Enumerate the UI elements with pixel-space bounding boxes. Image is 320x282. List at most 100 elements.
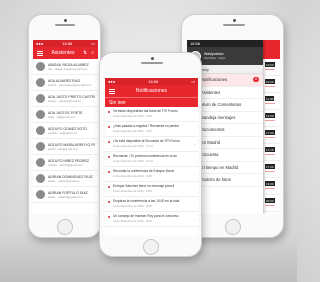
notification-text: Enrique Sánchez tiene un mensaje para ti [113,184,175,188]
schedule-row: 19:00 [263,178,280,195]
notification-date: 11 de diciembre de 2014 · 9:08 [113,174,152,178]
avatar [36,78,45,87]
speaker [55,24,75,26]
camera [151,57,154,60]
chevron-right-icon: › [193,127,195,132]
menu-item-label: Documentos [201,127,225,133]
contact-row[interactable]: ADOLFO GOMEZ SOTO eadolfo · ad@yahoo.es [33,123,98,139]
notification-item[interactable]: Enrique Sánchez tiene un mensaje para ti… [105,182,198,197]
notification-item[interactable]: ¡Ya está disponible la Encuesta de TiTi … [105,137,198,152]
phone-asistentes: ●●● 16:56 ▭ Asistentes ⇅ ⌕ ABIGAIL RIOJA… [28,14,101,238]
contact-row[interactable]: ADRIAN DOMINGUEZ RUIZ adrian · adrian@gma… [33,171,98,187]
contact-row[interactable]: ADOLFO NIÑEZ PEDREZ zadolfo · adolfo@gmai… [33,155,98,171]
schedule-time: 17:00 [265,130,275,135]
notification-item[interactable]: Recordar la conferencia de Enrique Dans!… [105,167,198,182]
home-button[interactable] [225,219,241,235]
notification-date: 11 de diciembre de 2014 · 9:08 [113,219,152,223]
notification-date: 11 de diciembre de 2014 · 9:08 [113,204,152,208]
notification-item[interactable]: Ya están disponibles las fotos de TiTi F… [105,107,198,122]
avatar [36,190,45,199]
contact-name: ABIGAIL RIOJA ALVAREZ [48,62,89,67]
contact-subtitle: eadolfo · ad@yahoo.es [48,130,77,135]
notification-date: 11 de diciembre de 2014 · 9:30 [113,114,152,118]
schedule-time: 13:00 [265,113,275,118]
schedule-row: 17:00 [263,127,280,144]
avatar [36,62,45,71]
contact-name: ADRIAN FORTULO DIAZ [48,190,88,195]
schedule-row: 13:00 [263,110,280,127]
contact-row[interactable]: ADA JUSTO PRIETO CASTRO adaruy · adriana@… [33,91,98,107]
contact-subtitle: asvra1 · ada.alvarez@tuemail.com [48,82,92,87]
status-time: 16:56 [62,41,73,46]
unread-dot [108,156,110,158]
camera [233,19,236,22]
notification-date: 11 de diciembre de 2014 · 17:11 [113,159,153,163]
chevron-right-icon: › [193,187,195,192]
notification-text: Empieza la conferencia a las 10:00 en la… [113,199,180,203]
chevron-right-icon: › [193,202,195,207]
schedule-row: 10:00 [263,59,280,76]
menu-item-label: Muro de Comentarios [201,102,242,108]
avatar [36,94,45,103]
count-badge: 11 [252,77,259,82]
menu-item-label: En Madrid [201,139,221,145]
schedule-row: 11:00 [263,93,280,110]
notification-item[interactable]: Un consejo de Hansen Roy para el concurs… [105,212,198,227]
screen-asistentes: ●●● 16:56 ▭ Asistentes ⇅ ⌕ ABIGAIL RIOJA… [33,40,98,214]
menu-item-label: Bandeja mensajes [201,114,236,120]
notification-item[interactable]: Empieza la conferencia a las 10:00 en la… [105,197,198,212]
contact-name: ADOLFO MARIA ARROYO PEREZ [48,142,95,147]
schedule-header [263,40,280,59]
battery-icon: ▭ [191,79,195,84]
camera [64,19,67,22]
notification-list: Ya están disponibles las fotos de TiTi F… [105,107,198,227]
notification-item[interactable]: Recuerda: ¡Tu próxima conferencia es la … [105,152,198,167]
contact-subtitle: adrian · adrian@gmail.es [48,178,80,183]
chevron-right-icon: › [193,142,195,147]
notification-item[interactable]: ¿Has pasado a regalos? Recuerda no perde… [105,122,198,137]
contact-row[interactable]: ADOLFO MARIA ARROYO PEREZadolfo · ada@gm… [33,139,98,155]
contact-subtitle: lolo · abigail.rioja@miemail.com [48,66,88,71]
menu-icon[interactable] [109,88,115,94]
sort-icon[interactable]: ⇅ [83,50,87,56]
speaker [141,62,163,64]
contact-subtitle: adjfa · ad@gmail.com [48,114,76,119]
section-header: Sin leer [105,97,198,107]
menu-icon[interactable] [37,50,43,56]
search-icon[interactable]: ⌕ [91,50,94,56]
contact-list: ABIGAIL RIOJA ALVAREZ lolo · abigail.rioj… [33,59,98,203]
contact-subtitle: zadolfo · adolfo@gmail.com [48,162,83,167]
contact-subtitle: adaruy · adriana@fmail.es [48,98,81,103]
contact-row[interactable]: ABIGAIL RIOJA ALVAREZ lolo · abigail.rioj… [33,59,98,75]
menu-item-label: Notificaciones [201,77,228,83]
contact-row[interactable]: ADA JUSTOS POETE adjfa · ad@gmail.com [33,107,98,123]
contact-row[interactable]: ADA ALVAREZ RUIZ asvra1 · ada.alvarez@tue… [33,75,98,91]
unread-dot [108,171,110,173]
chevron-right-icon: › [193,217,195,222]
contact-name: ADOLFO NIÑEZ PEDREZ [48,158,90,163]
home-button[interactable] [143,239,159,255]
status-carrier-icon: ●●● [36,41,44,46]
notification-text: ¿Has pasado a regalos? Recuerda no perde… [113,124,180,128]
notification-text: Un consejo de Hansen Roy para el concurs… [113,214,179,218]
status-time: 16:56 [148,79,159,84]
avatar [36,110,45,119]
avatar [36,174,45,183]
notification-text: Ya están disponibles las fotos de TiTi F… [113,109,178,113]
page-title: Notificaciones [135,88,168,94]
notification-text: Recuerda: ¡Tu próxima conferencia es la … [113,154,178,158]
page-title: Asistentes [51,50,75,56]
phone-notificaciones: ●●● 16:56 ▭ Notificaciones Sin leer Ya e… [99,52,202,257]
contact-row[interactable]: ADRIAN FORTULO DIAZ adrian · adrianf@gmai… [33,187,98,203]
unread-dot [108,141,110,143]
nav-bar: Asistentes ⇅ ⌕ [33,47,98,59]
schedule-time: 17:15 [265,147,275,152]
home-button[interactable] [57,219,73,235]
notification-date: 11 de diciembre de 2014 · 17:11 [113,144,153,148]
chevron-right-icon: › [193,157,195,162]
avatar [36,158,45,167]
schedule-row: 17:15 [263,144,280,161]
notification-date: 11 de diciembre de 2014 · 9:08 [113,189,152,193]
contact-name: ADA JUSTO PRIETO CASTRO [48,94,95,99]
status-carrier-icon: ●●● [108,79,116,84]
